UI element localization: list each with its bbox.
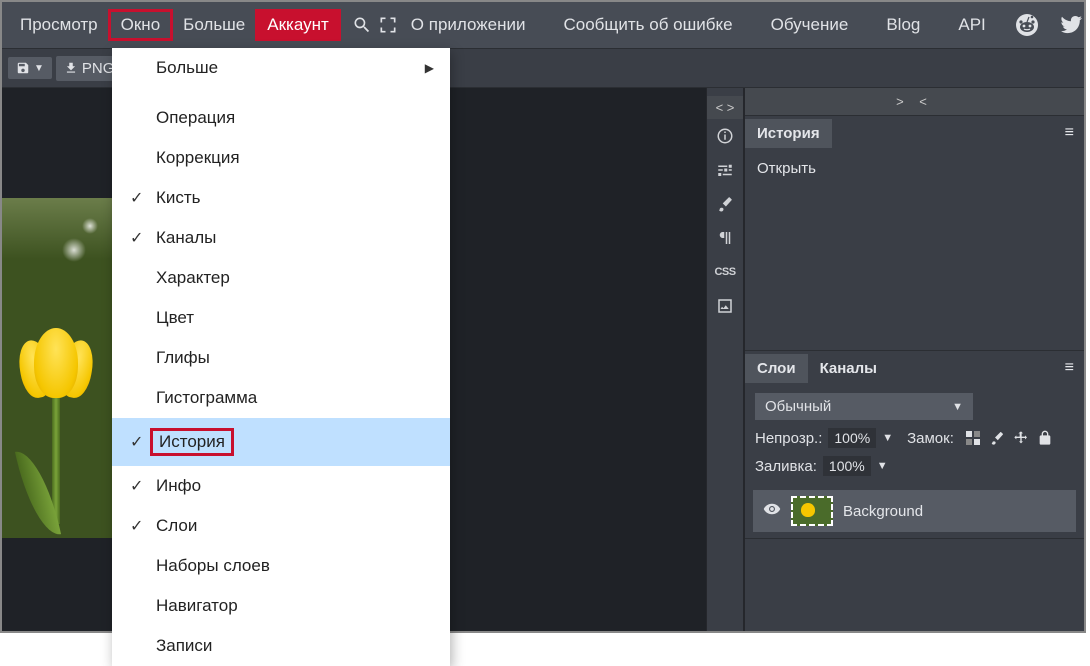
menu-about[interactable]: О приложении <box>401 9 536 41</box>
history-panel-menu-icon[interactable]: ≡ <box>1055 124 1084 142</box>
dd-color[interactable]: Цвет <box>112 298 450 338</box>
lock-position-icon[interactable] <box>1012 429 1030 447</box>
menu-account[interactable]: Аккаунт <box>255 9 341 41</box>
dd-correction[interactable]: Коррекция <box>112 138 450 178</box>
tab-layers[interactable]: Слои <box>745 354 808 383</box>
tab-channels[interactable]: Каналы <box>808 354 889 383</box>
fullscreen-icon[interactable] <box>375 12 401 38</box>
dd-layer-sets[interactable]: Наборы слоев <box>112 546 450 586</box>
fill-label: Заливка: <box>755 458 817 475</box>
dd-history[interactable]: ✓История <box>112 418 450 466</box>
export-png-label: PNG <box>82 60 115 77</box>
opacity-label: Непрозр.: <box>755 430 822 447</box>
dd-info[interactable]: ✓Инфо <box>112 466 450 506</box>
dd-notes[interactable]: Записи <box>112 626 450 666</box>
lock-label: Замок: <box>907 430 954 447</box>
lock-all-icon[interactable] <box>1036 429 1054 447</box>
opacity-value[interactable]: 100% <box>828 428 876 448</box>
menubar: Просмотр Окно Больше Аккаунт О приложени… <box>2 2 1084 48</box>
paragraph-icon[interactable] <box>710 221 740 255</box>
dd-layers[interactable]: ✓Слои <box>112 506 450 546</box>
css-icon[interactable]: CSS <box>710 255 740 289</box>
sliders-icon[interactable] <box>710 153 740 187</box>
visibility-toggle-icon[interactable] <box>763 500 781 523</box>
right-panels: > < История ≡ Открыть Слои Каналы ≡ <box>744 88 1084 631</box>
save-dropdown[interactable]: ▼ <box>8 57 52 79</box>
dd-channels[interactable]: ✓Каналы <box>112 218 450 258</box>
dd-glyphs[interactable]: Глифы <box>112 338 450 378</box>
dd-histogram[interactable]: Гистограмма <box>112 378 450 418</box>
menu-more[interactable]: Больше <box>173 9 255 41</box>
dd-brush[interactable]: ✓Кисть <box>112 178 450 218</box>
menu-blog[interactable]: Blog <box>876 9 930 41</box>
menu-window[interactable]: Окно <box>108 9 174 41</box>
image-icon[interactable] <box>710 289 740 323</box>
fill-value[interactable]: 100% <box>823 456 871 476</box>
dd-operation[interactable]: Операция <box>112 98 450 138</box>
dd-navigator[interactable]: Навигатор <box>112 586 450 626</box>
blend-mode-label: Обычный <box>765 398 831 415</box>
info-icon[interactable] <box>710 119 740 153</box>
brush-icon[interactable] <box>710 187 740 221</box>
blend-mode-select[interactable]: Обычный ▼ <box>755 393 973 420</box>
dd-more[interactable]: Больше <box>112 48 450 88</box>
dd-character[interactable]: Характер <box>112 258 450 298</box>
twitter-icon[interactable] <box>1058 12 1084 38</box>
search-icon[interactable] <box>349 12 375 38</box>
menu-learn[interactable]: Обучение <box>761 9 859 41</box>
layer-row[interactable]: Background <box>753 490 1076 532</box>
layer-thumbnail[interactable] <box>791 496 833 526</box>
menu-report[interactable]: Сообщить об ошибке <box>553 9 742 41</box>
window-menu-dropdown: Больше Операция Коррекция ✓Кисть ✓Каналы… <box>112 48 450 666</box>
menu-api[interactable]: API <box>948 9 995 41</box>
side-strip: < > CSS <box>706 88 744 631</box>
layer-name[interactable]: Background <box>843 503 923 520</box>
opacity-chevron-icon[interactable]: ▼ <box>882 432 893 444</box>
strip-header[interactable]: < > <box>707 96 743 119</box>
history-entry[interactable]: Открыть <box>757 160 1072 177</box>
lock-pixels-icon[interactable] <box>988 429 1006 447</box>
chevron-down-icon: ▼ <box>952 401 963 413</box>
layers-panel-menu-icon[interactable]: ≡ <box>1055 359 1084 377</box>
canvas-image <box>2 198 112 538</box>
reddit-icon[interactable] <box>1014 12 1040 38</box>
menu-view[interactable]: Просмотр <box>10 9 108 41</box>
lock-transparency-icon[interactable] <box>964 429 982 447</box>
panels-collapse-bar[interactable]: > < <box>745 88 1084 116</box>
tab-history[interactable]: История <box>745 119 832 148</box>
fill-chevron-icon[interactable]: ▼ <box>877 460 888 472</box>
